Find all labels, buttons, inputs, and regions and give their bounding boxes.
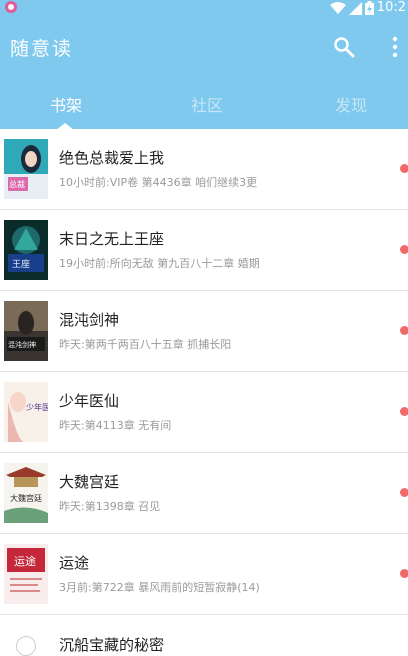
tab-community[interactable]: 社区 [191, 92, 223, 116]
status-bar: 10:2 [0, 0, 408, 16]
book-cover [16, 636, 36, 656]
cover-caption: 运途 [14, 554, 36, 568]
book-item[interactable]: 运途 运途 3月前:第722章 暴风雨前的短暂寂静(14) [0, 534, 408, 615]
book-item[interactable]: 混沌剑神 混沌剑神 昨天:第两千两百八十五章 抓捕长阳 [0, 291, 408, 372]
book-cover: 运途 [4, 544, 48, 604]
book-title: 末日之无上王座 [59, 230, 165, 248]
unread-dot [400, 407, 408, 416]
signal-icon [348, 1, 362, 15]
app-bar: 随意读 书架 社区 发现 [0, 16, 408, 130]
book-latest-chapter: 昨天:第两千两百八十五章 抓捕长阳 [59, 338, 232, 351]
cover-caption: 少年医仙 [26, 402, 48, 412]
battery-charging-icon [364, 1, 374, 15]
app-notification-icon [5, 1, 17, 13]
book-title: 混沌剑神 [59, 311, 120, 329]
tab-bookshelf[interactable]: 书架 [50, 92, 82, 116]
book-item-partial[interactable]: 沉船宝藏的秘密 [0, 616, 408, 656]
tab-bar: 书架 社区 发现 [0, 86, 408, 130]
search-icon[interactable] [332, 35, 356, 59]
app-title: 随意读 [10, 38, 74, 60]
book-title: 沉船宝藏的秘密 [59, 636, 165, 654]
book-latest-chapter: 10小时前:VIP卷 第4436章 咱们继续3更 [59, 176, 258, 189]
bookshelf-list: 总裁 绝色总裁爱上我 10小时前:VIP卷 第4436章 咱们继续3更 王座 末… [0, 129, 408, 615]
unread-dot [400, 164, 408, 173]
wifi-icon [329, 1, 346, 14]
book-cover: 少年医仙 [4, 382, 48, 442]
unread-dot [400, 245, 408, 254]
book-title: 少年医仙 [59, 392, 120, 410]
book-latest-chapter: 19小时前:所向无敌 第九百八十二章 婚期 [59, 257, 260, 270]
unread-dot [400, 488, 408, 497]
book-item[interactable]: 王座 末日之无上王座 19小时前:所向无敌 第九百八十二章 婚期 [0, 210, 408, 291]
book-title: 大魏宫廷 [59, 473, 120, 491]
book-latest-chapter: 昨天:第1398章 召见 [59, 500, 161, 513]
unread-dot [400, 569, 408, 578]
book-cover: 总裁 [4, 139, 48, 199]
cover-caption: 总裁 [9, 179, 25, 189]
cover-caption: 大魏宫廷 [10, 493, 42, 503]
cover-caption: 王座 [12, 258, 30, 270]
tab-discover[interactable]: 发现 [335, 92, 367, 116]
book-title: 运途 [59, 554, 90, 572]
book-item[interactable]: 总裁 绝色总裁爱上我 10小时前:VIP卷 第4436章 咱们继续3更 [0, 129, 408, 210]
book-latest-chapter: 昨天:第4113章 无有间 [59, 419, 172, 432]
book-cover: 混沌剑神 [4, 301, 48, 361]
book-cover: 大魏宫廷 [4, 463, 48, 523]
book-item[interactable]: 少年医仙 少年医仙 昨天:第4113章 无有间 [0, 372, 408, 453]
unread-dot [400, 326, 408, 335]
book-latest-chapter: 3月前:第722章 暴风雨前的短暂寂静(14) [59, 581, 260, 594]
book-item[interactable]: 大魏宫廷 大魏宫廷 昨天:第1398章 召见 [0, 453, 408, 534]
more-vertical-icon[interactable] [388, 35, 402, 59]
cover-caption: 混沌剑神 [8, 340, 36, 349]
status-clock: 10:2 [376, 0, 406, 15]
book-title: 绝色总裁爱上我 [59, 149, 165, 167]
book-cover: 王座 [4, 220, 48, 280]
